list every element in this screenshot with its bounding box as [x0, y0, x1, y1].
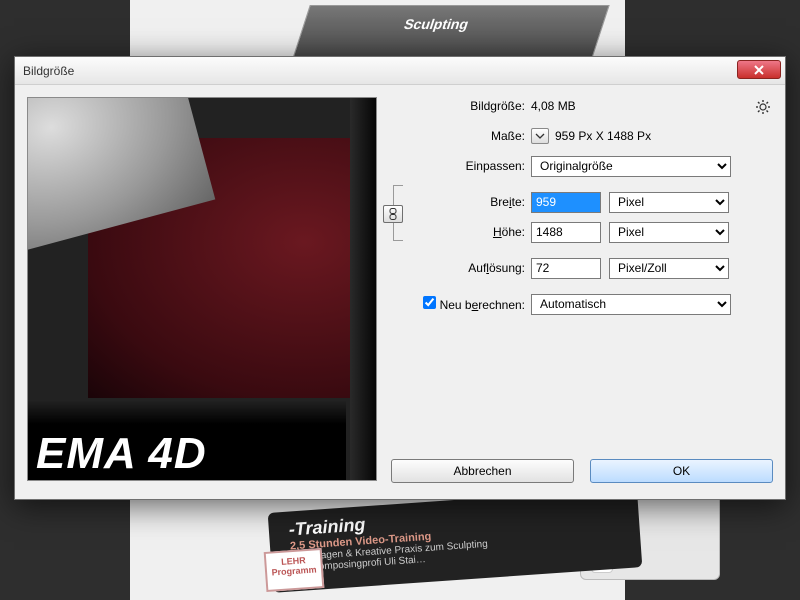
settings-pane: Bildgröße: 4,08 MB Maße: 959 Px X 1488 P… [391, 93, 773, 449]
resolution-row: Auflösung: Pixel/Zoll [391, 255, 773, 281]
background-badge: LEHR Programm [264, 548, 325, 592]
chain-link-icon [388, 208, 398, 220]
constrain-proportions-button[interactable] [383, 205, 403, 223]
resample-row: Neu berechnen: Automatisch [391, 291, 773, 317]
height-row: Höhe: Pixel [391, 219, 773, 245]
dialog-content: EMA 4D Bildgröße: 4,08 MB Maße: 959 Px X… [15, 85, 785, 499]
width-label: Breite: [391, 195, 531, 209]
image-preview[interactable]: EMA 4D [27, 97, 377, 481]
fit-select[interactable]: Originalgröße [531, 156, 731, 177]
close-icon [754, 65, 764, 75]
dimensions-row: Maße: 959 Px X 1488 Px [391, 123, 773, 149]
dimensions-value: 959 Px X 1488 Px [555, 129, 651, 143]
height-label: Höhe: [391, 225, 531, 239]
aspect-link-column [383, 185, 405, 241]
width-unit-select[interactable]: Pixel [609, 192, 729, 213]
dialog-title: Bildgröße [23, 64, 74, 78]
preview-logo-text: EMA 4D [36, 434, 207, 474]
chevron-down-icon [535, 131, 545, 141]
filesize-row: Bildgröße: 4,08 MB [391, 93, 773, 119]
filesize-value: 4,08 MB [531, 99, 576, 113]
settings-menu-button[interactable] [753, 97, 773, 117]
dialog-buttons: Abbrechen OK [391, 459, 773, 487]
cancel-button[interactable]: Abbrechen [391, 459, 574, 483]
resolution-input[interactable] [531, 258, 601, 279]
resample-checkbox[interactable] [423, 296, 436, 309]
background-box-top-text: Sculpting [402, 16, 471, 32]
dimensions-unit-button[interactable] [531, 128, 549, 144]
fit-label: Einpassen: [391, 159, 531, 173]
resolution-unit-select[interactable]: Pixel/Zoll [609, 258, 729, 279]
height-input[interactable] [531, 222, 601, 243]
resample-method-select[interactable]: Automatisch [531, 294, 731, 315]
fit-row: Einpassen: Originalgröße [391, 153, 773, 179]
resample-label: Neu berechnen: [391, 296, 531, 312]
dimensions-label: Maße: [391, 129, 531, 143]
close-button[interactable] [737, 60, 781, 79]
width-row: Breite: Pixel [391, 189, 773, 215]
titlebar[interactable]: Bildgröße [15, 57, 785, 85]
width-input[interactable] [531, 192, 601, 213]
ok-button[interactable]: OK [590, 459, 773, 483]
resolution-label: Auflösung: [391, 261, 531, 275]
gear-icon [755, 99, 771, 115]
filesize-label: Bildgröße: [391, 99, 531, 113]
image-size-dialog: Bildgröße EMA 4D Bildgröße: 4,08 MB Maße… [14, 56, 786, 500]
height-unit-select[interactable]: Pixel [609, 222, 729, 243]
